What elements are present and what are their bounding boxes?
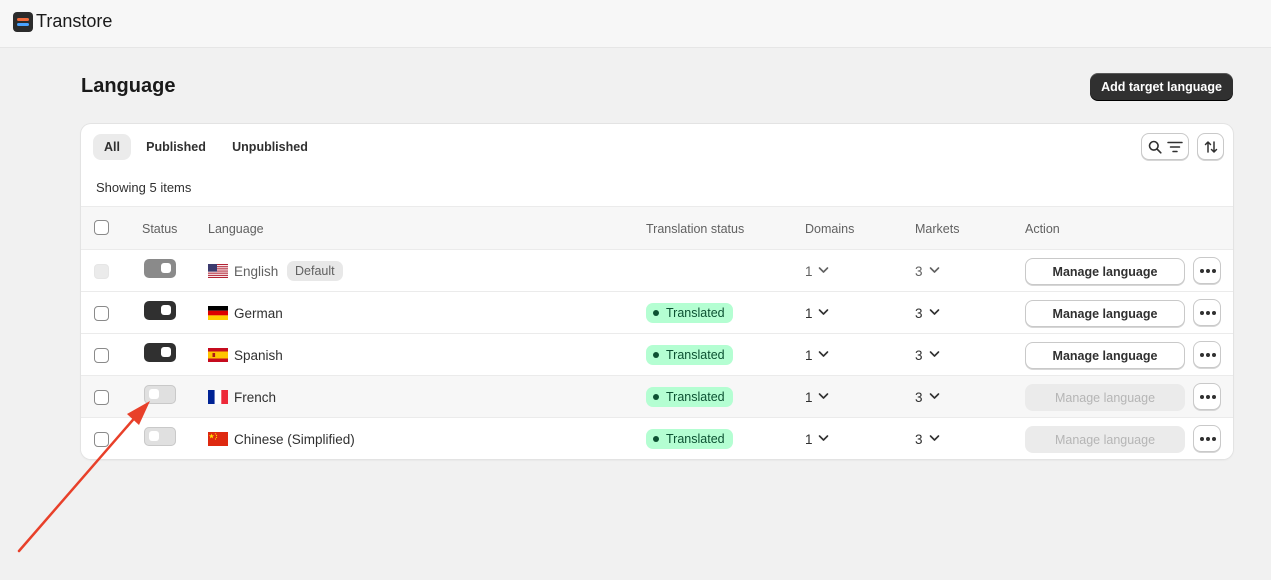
manage-language-button: Manage language bbox=[1025, 426, 1185, 453]
column-header-markets: Markets bbox=[915, 222, 960, 236]
publish-toggle[interactable] bbox=[144, 343, 176, 362]
row-checkbox[interactable] bbox=[94, 348, 109, 363]
publish-toggle[interactable] bbox=[144, 427, 176, 446]
domains-count[interactable]: 1 bbox=[805, 348, 813, 363]
table-row[interactable]: English Default 1 3 Manage language bbox=[81, 250, 1233, 292]
row-checkbox[interactable] bbox=[94, 432, 109, 447]
chevron-down-icon[interactable] bbox=[929, 266, 940, 274]
chevron-down-icon[interactable] bbox=[818, 434, 829, 442]
column-header-domains: Domains bbox=[805, 222, 855, 236]
transtore-logo-icon bbox=[13, 12, 33, 32]
domains-count[interactable]: 1 bbox=[805, 432, 813, 447]
translation-status-badge: Translated bbox=[646, 387, 733, 407]
chevron-down-icon[interactable] bbox=[818, 266, 829, 274]
publish-toggle[interactable] bbox=[144, 385, 176, 404]
row-checkbox[interactable] bbox=[94, 390, 109, 405]
tab-published[interactable]: Published bbox=[137, 134, 215, 160]
select-all-checkbox[interactable] bbox=[94, 220, 109, 235]
chevron-down-icon[interactable] bbox=[929, 392, 940, 400]
default-badge: Default bbox=[287, 261, 343, 281]
tab-all[interactable]: All bbox=[93, 134, 131, 160]
manage-language-button[interactable]: Manage language bbox=[1025, 342, 1185, 369]
chevron-down-icon[interactable] bbox=[929, 434, 940, 442]
chevron-down-icon[interactable] bbox=[929, 308, 940, 316]
more-actions-button[interactable] bbox=[1193, 257, 1221, 284]
language-table-card: All Published Unpublished Showing 5 item… bbox=[81, 124, 1233, 459]
row-checkbox bbox=[94, 264, 109, 279]
search-filter-button[interactable] bbox=[1141, 133, 1189, 160]
table-row[interactable]: French Translated 1 3 Manage language bbox=[81, 376, 1233, 418]
table-row[interactable]: Chinese (Simplified) Translated 1 3 Mana… bbox=[81, 418, 1233, 459]
manage-language-button[interactable]: Manage language bbox=[1025, 300, 1185, 327]
chevron-down-icon[interactable] bbox=[818, 350, 829, 358]
table-header: Status Language Translation status Domai… bbox=[81, 206, 1233, 250]
domains-count[interactable]: 1 bbox=[805, 264, 813, 279]
more-actions-button[interactable] bbox=[1193, 299, 1221, 326]
china-flag-icon bbox=[208, 432, 228, 446]
translation-status-badge: Translated bbox=[646, 345, 733, 365]
chevron-down-icon[interactable] bbox=[929, 350, 940, 358]
more-actions-button[interactable] bbox=[1193, 341, 1221, 368]
language-name: French bbox=[234, 390, 277, 405]
sort-icon bbox=[1204, 141, 1218, 153]
column-header-action: Action bbox=[1025, 222, 1060, 236]
brand-name: Transtore bbox=[36, 11, 113, 31]
us-flag-icon bbox=[208, 264, 228, 278]
tab-unpublished[interactable]: Unpublished bbox=[223, 134, 317, 160]
row-checkbox[interactable] bbox=[94, 306, 109, 321]
translation-status-badge: Translated bbox=[646, 429, 733, 449]
language-name: Spanish bbox=[234, 348, 283, 363]
language-name: Chinese (Simplified) bbox=[234, 432, 355, 447]
add-target-language-button[interactable]: Add target language bbox=[1090, 73, 1233, 100]
france-flag-icon bbox=[208, 390, 228, 404]
domains-count[interactable]: 1 bbox=[805, 390, 813, 405]
filter-icon bbox=[1167, 141, 1183, 153]
column-header-translation-status: Translation status bbox=[646, 222, 745, 236]
language-name: German bbox=[234, 306, 283, 321]
page-title: Language bbox=[81, 75, 176, 97]
chevron-down-icon[interactable] bbox=[818, 392, 829, 400]
manage-language-button: Manage language bbox=[1025, 384, 1185, 411]
table-row[interactable]: German Translated 1 3 Manage language bbox=[81, 292, 1233, 334]
domains-count[interactable]: 1 bbox=[805, 306, 813, 321]
sort-button[interactable] bbox=[1197, 133, 1224, 160]
publish-toggle[interactable] bbox=[144, 301, 176, 320]
markets-count[interactable]: 3 bbox=[915, 306, 923, 321]
column-header-status: Status bbox=[142, 222, 178, 236]
table-row[interactable]: Spanish Translated 1 3 Manage language bbox=[81, 334, 1233, 376]
markets-count[interactable]: 3 bbox=[915, 348, 923, 363]
more-actions-button[interactable] bbox=[1193, 383, 1221, 410]
germany-flag-icon bbox=[208, 306, 228, 320]
markets-count[interactable]: 3 bbox=[915, 432, 923, 447]
more-actions-button[interactable] bbox=[1193, 425, 1221, 452]
language-name: English bbox=[234, 264, 279, 279]
column-header-language: Language bbox=[208, 222, 264, 236]
translation-status-badge: Translated bbox=[646, 303, 733, 323]
item-count-summary: Showing 5 items bbox=[96, 180, 192, 195]
top-bar: Transtore bbox=[0, 0, 1271, 48]
search-icon bbox=[1148, 140, 1162, 154]
markets-count[interactable]: 3 bbox=[915, 390, 923, 405]
chevron-down-icon[interactable] bbox=[818, 308, 829, 316]
manage-language-button[interactable]: Manage language bbox=[1025, 258, 1185, 285]
markets-count[interactable]: 3 bbox=[915, 264, 923, 279]
spain-flag-icon bbox=[208, 348, 228, 362]
publish-toggle bbox=[144, 259, 176, 278]
